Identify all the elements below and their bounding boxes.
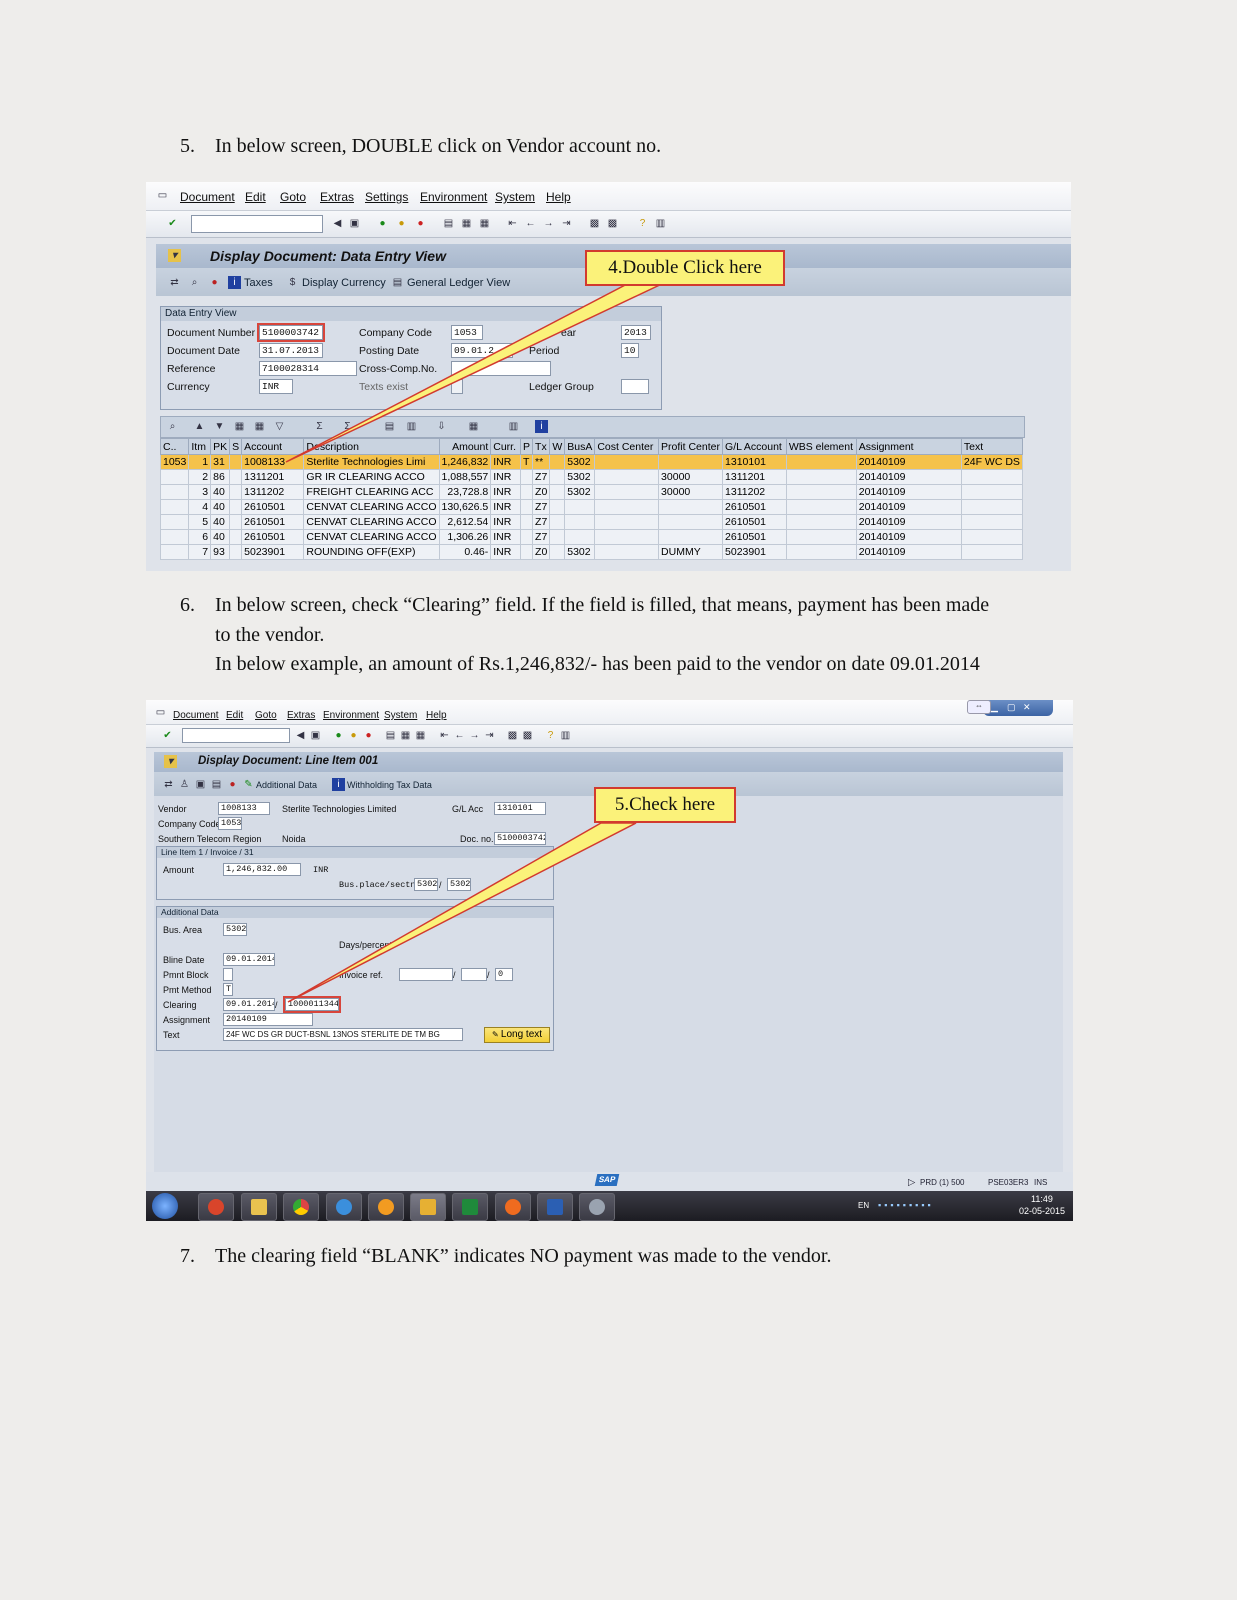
sap-screen-line-item: ▭ Document Edit Goto Extras Environment … (146, 700, 1073, 1221)
callout-pointer (285, 281, 667, 463)
step-6: 6. In below screen, check “Clearing” fie… (180, 590, 1237, 680)
step-7: 7. The clearing field “BLANK” indicates … (180, 1241, 1180, 1271)
callout-pointer-shape (287, 822, 637, 1003)
callout-pointer-shape (285, 281, 667, 463)
step-text-line1: In below screen, check “Clearing” field.… (215, 594, 990, 616)
sap-screen-data-entry: ▭ Document Edit Goto Extras Settings Env… (146, 182, 1071, 571)
step-number: 7. (180, 1245, 195, 1267)
callout-pointer (287, 822, 637, 1003)
step-number: 5. (180, 135, 195, 157)
step-text-line2: to the vendor. (215, 624, 325, 646)
step-number: 6. (180, 594, 195, 616)
step-text-line3: In below example, an amount of Rs.1,246,… (215, 653, 980, 675)
callout-check-here: 5.Check here (594, 787, 736, 823)
step-text: In below screen, DOUBLE click on Vendor … (215, 135, 662, 157)
callout-double-click: 4.Double Click here (585, 250, 785, 286)
step-5: 5. In below screen, DOUBLE click on Vend… (180, 131, 1180, 161)
step-text: The clearing field “BLANK” indicates NO … (215, 1245, 832, 1267)
